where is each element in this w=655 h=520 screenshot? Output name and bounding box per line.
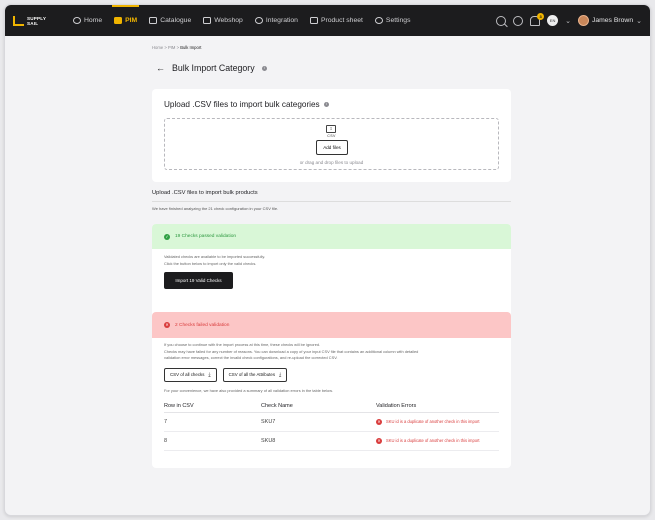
check-circle-icon: ✓: [164, 233, 170, 240]
avatar: [577, 15, 589, 26]
back-arrow-icon[interactable]: ←: [156, 63, 165, 73]
main-content: Home > PIM > Bulk Import ← Bulk Import C…: [148, 45, 514, 468]
search-icon[interactable]: [496, 15, 507, 26]
chevron-down-icon: ⌄: [636, 17, 642, 25]
passed-validation-header: ✓ 19 Checks passed validation: [152, 224, 511, 249]
breadcrumb-home[interactable]: Home: [152, 45, 163, 50]
notification-count-badge: 3: [537, 12, 545, 20]
add-files-button[interactable]: Add files: [316, 140, 348, 155]
error-circle-icon: ✕: [376, 418, 382, 425]
nav-integration[interactable]: Integration: [249, 5, 304, 36]
products-section-title: Upload .CSV files to import bulk product…: [152, 190, 258, 196]
logo[interactable]: SUPPLY SAIL: [13, 15, 57, 26]
notifications-bell-icon[interactable]: 3: [530, 12, 545, 26]
nav-catalogue[interactable]: Catalogue: [143, 5, 197, 36]
error-circle-icon: ✕: [164, 322, 170, 328]
passed-info-line-2: Click the button below to import only th…: [164, 260, 257, 266]
error-circle-icon: ✕: [376, 437, 382, 444]
errors-summary-note: For your convenience, we have also provi…: [164, 387, 333, 393]
upload-category-title: Upload .CSV files to import bulk categor…: [164, 100, 329, 109]
language-selector[interactable]: EN: [547, 15, 559, 26]
divider: [152, 201, 511, 202]
failed-info-line-3: validation error messages, correct the i…: [164, 355, 338, 360]
product-sheet-icon: [309, 17, 318, 24]
chevron-down-icon[interactable]: ⌄: [565, 17, 571, 25]
info-icon[interactable]: i: [261, 65, 267, 71]
nav-home[interactable]: Home: [67, 5, 108, 36]
failed-validation-header: ✕ 2 Checks failed validation: [152, 312, 511, 338]
csv-file-label: CSV: [327, 134, 336, 138]
page-title: ← Bulk Import Category i: [156, 63, 514, 73]
webshop-icon: [203, 17, 212, 24]
upload-category-card: Upload .CSV files to import bulk categor…: [152, 89, 511, 182]
csv-file-icon: ↥: [326, 125, 336, 133]
catalogue-icon: [149, 17, 158, 24]
help-icon[interactable]: [513, 15, 524, 26]
failed-validation-card: ✕ 2 Checks failed validation If you choo…: [152, 312, 511, 468]
drag-drop-hint: or drag and drop files to upload: [299, 160, 364, 165]
main-nav: Home PIM Catalogue Webshop Integration P…: [67, 5, 416, 36]
import-valid-checks-button[interactable]: Import 19 Valid Checks: [164, 272, 233, 289]
table-header: Row in CSV Check Name Validation Errors: [164, 401, 499, 413]
nav-webshop[interactable]: Webshop: [197, 5, 249, 36]
validation-errors-table: Row in CSV Check Name Validation Errors …: [164, 401, 499, 451]
table-row: 8 SKU8 ✕ SKU id is a duplicate of another…: [164, 432, 499, 451]
header-tools: 3 EN ⌄ James Brown ⌄: [496, 12, 642, 26]
breadcrumb-current: Bulk Import: [180, 45, 202, 50]
breadcrumb-pim[interactable]: PIM: [168, 45, 175, 50]
table-row: 7 SKU7 ✕ SKU id is a duplicate of another…: [164, 413, 499, 432]
download-icon: ⤓: [208, 371, 211, 378]
download-buttons: CSV of all checks ⤓ CSV of all the Attrib…: [164, 367, 511, 382]
settings-icon: [374, 17, 383, 24]
pim-icon: [114, 17, 123, 24]
home-icon: [73, 17, 81, 24]
app-window: SUPPLY SAIL Home PIM Catalogue Webshop In…: [4, 4, 651, 516]
nav-settings[interactable]: Settings: [369, 5, 417, 36]
analysis-summary: We have finished analyzing the 21 check …: [152, 206, 279, 211]
nav-product-sheet[interactable]: Product sheet: [304, 5, 369, 36]
breadcrumb: Home > PIM > Bulk Import: [152, 45, 202, 50]
integration-icon: [254, 17, 263, 24]
logo-mark: [13, 15, 24, 26]
download-all-checks-csv-button[interactable]: CSV of all checks ⤓: [164, 367, 217, 382]
download-all-attributes-csv-button[interactable]: CSV of all the Attributes ⤓: [222, 367, 288, 382]
file-dropzone[interactable]: ↥ CSV Add files or drag and drop files t…: [164, 118, 499, 170]
logo-text: SUPPLY SAIL: [27, 15, 47, 26]
nav-pim[interactable]: PIM: [108, 5, 143, 36]
top-navigation-bar: SUPPLY SAIL Home PIM Catalogue Webshop In…: [5, 5, 650, 36]
download-icon: ⤓: [279, 371, 282, 378]
user-name: James Brown: [591, 17, 634, 24]
user-menu[interactable]: James Brown ⌄: [577, 15, 642, 26]
info-icon[interactable]: i: [323, 102, 329, 107]
